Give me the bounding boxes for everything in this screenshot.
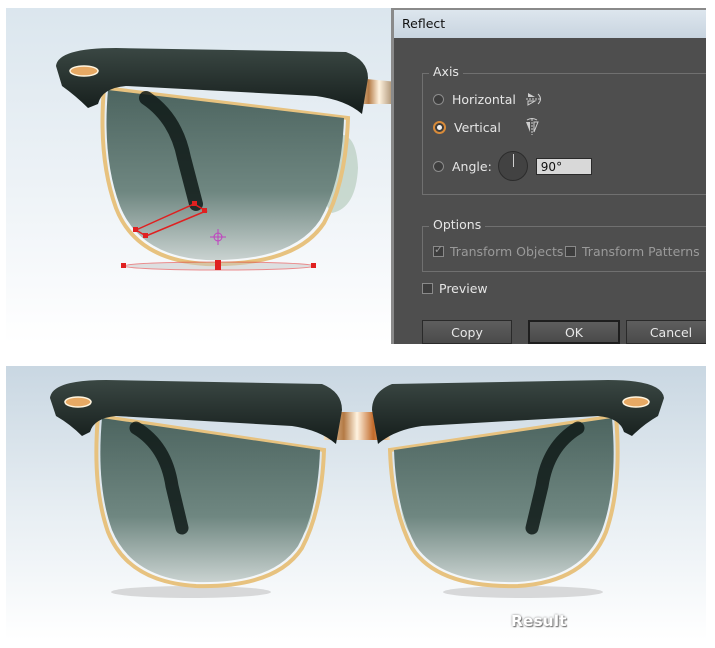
selected-bottom-shadow[interactable] (121, 260, 316, 271)
reflect-vertical-icon (525, 118, 539, 135)
angle-dial[interactable] (497, 151, 528, 181)
hinge-rivet (69, 65, 99, 77)
sunglasses-result-artwork (6, 366, 706, 640)
angle-input[interactable]: 90° (535, 157, 592, 175)
options-group-label: Options (429, 217, 486, 233)
dialog-title: Reflect (394, 10, 706, 38)
result-panel: Result (6, 366, 706, 640)
transform-patterns-option[interactable]: Transform Patterns (565, 240, 700, 262)
axis-group-label: Axis (429, 64, 463, 80)
options-group: Options Transform Objects Transform Patt… (422, 217, 706, 272)
lens (106, 90, 344, 261)
artboard-top[interactable]: Reflect Axis Horizontal Vertical Angle: … (6, 8, 706, 344)
horizontal-radio[interactable] (433, 93, 444, 105)
transform-objects-label: Transform Objects (450, 243, 564, 259)
preview-label: Preview (439, 280, 488, 296)
vertical-radio[interactable] (433, 120, 446, 134)
horizontal-label: Horizontal (452, 91, 516, 107)
axis-angle-option[interactable]: Angle: 90° (433, 150, 592, 182)
reflect-dialog: Reflect Axis Horizontal Vertical Angle: … (391, 8, 706, 344)
axis-horizontal-option[interactable]: Horizontal (433, 88, 544, 110)
transform-objects-checkbox[interactable] (433, 243, 444, 257)
angle-label: Angle: (452, 158, 492, 174)
reflect-horizontal-icon (525, 93, 541, 106)
angle-radio[interactable] (433, 160, 444, 172)
cancel-button[interactable]: Cancel (626, 320, 706, 344)
vertical-label: Vertical (454, 119, 501, 135)
axis-group: Axis Horizontal Vertical Angle: 90° (422, 64, 706, 195)
result-left-half (50, 380, 342, 598)
transform-patterns-checkbox[interactable] (565, 245, 576, 257)
transform-patterns-label: Transform Patterns (582, 243, 700, 259)
ok-button[interactable]: OK (528, 320, 620, 344)
result-caption: Result (511, 612, 567, 630)
transform-objects-option[interactable]: Transform Objects (433, 240, 563, 262)
result-right-half (372, 380, 664, 598)
sunglasses-half-artwork (56, 48, 391, 271)
preview-checkbox[interactable] (422, 282, 433, 294)
preview-option[interactable]: Preview (422, 277, 488, 299)
copy-button[interactable]: Copy (422, 320, 512, 344)
axis-vertical-option[interactable]: Vertical (433, 116, 541, 138)
